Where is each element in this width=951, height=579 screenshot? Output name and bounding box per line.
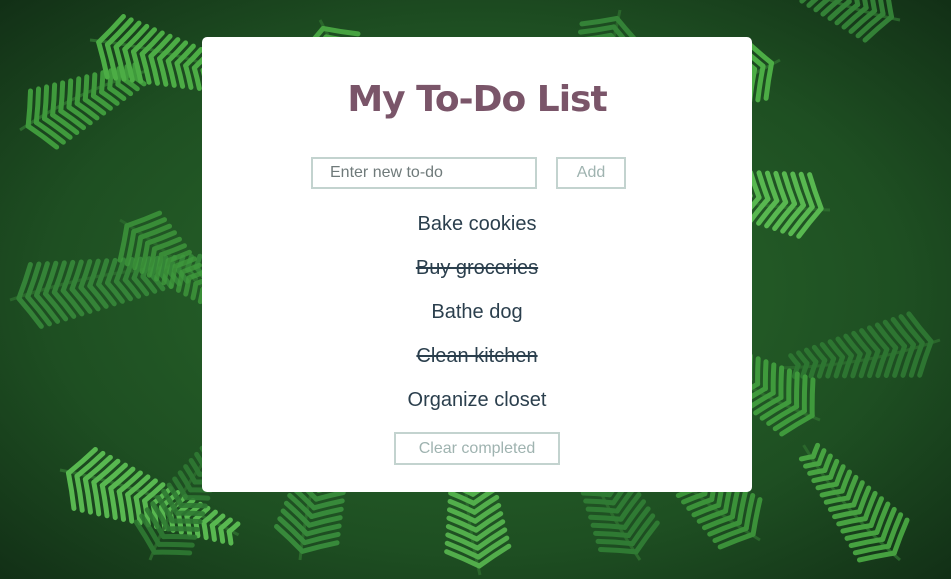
todo-item[interactable]: Buy groceries xyxy=(202,246,752,290)
todo-card: My To-Do List Add Bake cookies Buy groce… xyxy=(202,37,752,492)
todo-item[interactable]: Bake cookies xyxy=(202,202,752,246)
todo-item[interactable]: Bathe dog xyxy=(202,290,752,334)
new-todo-input[interactable] xyxy=(311,157,537,189)
todo-item[interactable]: Clean kitchen xyxy=(202,334,752,378)
clear-completed-button[interactable]: Clear completed xyxy=(394,432,560,465)
todo-item[interactable]: Organize closet xyxy=(202,378,752,422)
add-button[interactable]: Add xyxy=(556,157,626,189)
todo-list: Bake cookies Buy groceries Bathe dog Cle… xyxy=(202,202,752,422)
page-title: My To-Do List xyxy=(347,79,607,120)
